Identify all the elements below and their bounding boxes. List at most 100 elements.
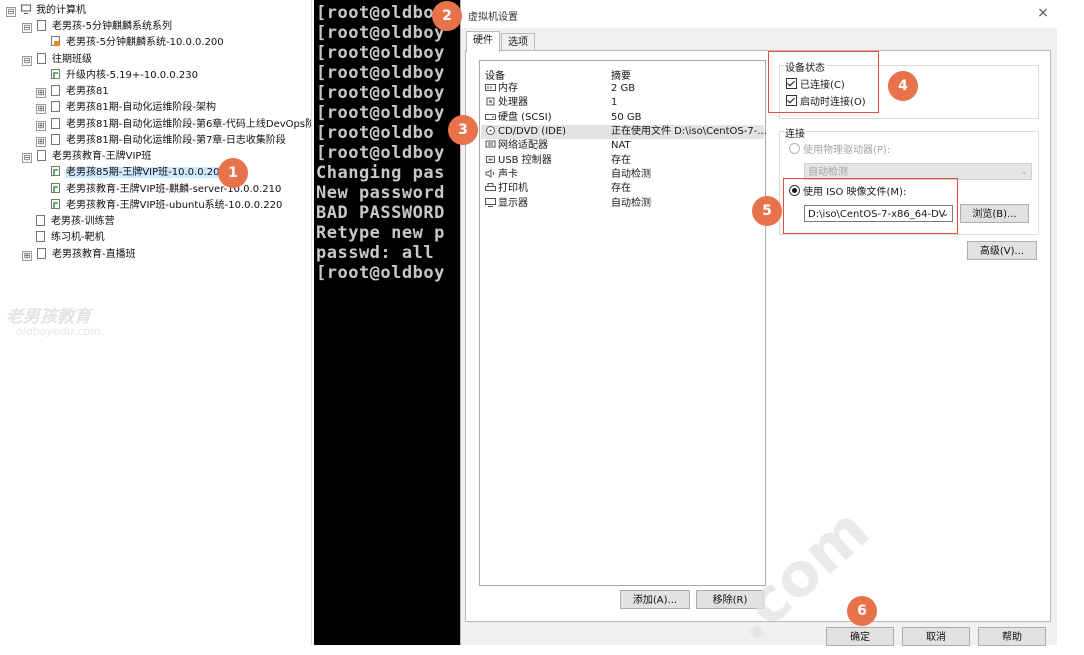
cpu-icon	[486, 97, 495, 106]
browse-button[interactable]: 浏览(B)...	[960, 204, 1029, 223]
device-summary: 存在	[611, 183, 631, 194]
folder-icon	[37, 150, 46, 161]
tree-item-folder[interactable]: ⊞ 老男孩教育-直播班	[22, 247, 136, 263]
expand-icon[interactable]: ⊞	[36, 121, 46, 131]
close-icon[interactable]: ×	[1035, 5, 1051, 21]
tree-item-folder[interactable]: ⊟ 老男孩-5分钟麒麟系统系列	[22, 19, 172, 35]
summary-column-header: 摘要	[611, 71, 631, 82]
expand-icon[interactable]: ⊞	[36, 104, 46, 114]
physical-drive-value: 自动检测	[808, 167, 848, 178]
terminal-line: [root@oldbo	[316, 123, 435, 143]
tree-item-my-computer[interactable]: ⊟ 我的计算机	[6, 3, 86, 19]
tree-item-folder[interactable]: ⊞ 老男孩81期-自动化运维阶段-第7章-日志收集阶段	[36, 133, 286, 149]
tree-label: 老男孩81期-自动化运维阶段-架构	[66, 102, 216, 113]
watermark-url: oldboyedu.com	[16, 325, 101, 338]
device-row-disk[interactable]: 硬盘 (SCSI) 50 GB	[481, 111, 764, 125]
step-marker-5: 5	[752, 196, 782, 226]
expand-icon[interactable]: ⊞	[36, 88, 46, 98]
tree-label: 老男孩教育-王牌VIP班-麒麟-server-10.0.0.210	[66, 184, 282, 195]
highlight-iso-option	[783, 178, 958, 234]
tree-label: 老男孩教育-王牌VIP班-ubuntu系统-10.0.0.220	[66, 200, 283, 211]
device-row-sound[interactable]: 声卡 自动检测	[481, 168, 764, 182]
device-summary: 存在	[611, 155, 631, 166]
tree-item-folder[interactable]: 练习机-靶机	[36, 230, 105, 246]
folder-icon	[36, 215, 45, 226]
tree-label: 老男孩85期-王牌VIP班-10.0.0.200	[66, 167, 226, 178]
help-button[interactable]: 帮助	[978, 627, 1046, 646]
step-marker-6: 6	[847, 596, 877, 626]
vm-icon	[51, 199, 60, 209]
device-row-display[interactable]: 显示器 自动检测	[481, 197, 764, 211]
device-row-memory[interactable]: 内存 2 GB	[481, 82, 764, 96]
cancel-button[interactable]: 取消	[902, 627, 970, 646]
folder-icon	[51, 101, 60, 112]
display-icon	[485, 198, 496, 207]
terminal-line: [root@oldboy	[316, 63, 445, 83]
tree-item-vm-selected[interactable]: 老男孩85期-王牌VIP班-10.0.0.200	[51, 165, 226, 181]
terminal-line: [root@oldboy	[316, 83, 445, 103]
dialog-title: 虚拟机设置	[468, 12, 518, 23]
tree-item-folder[interactable]: ⊟ 往期班级	[22, 52, 92, 68]
tree-label: 老男孩81	[66, 86, 109, 97]
terminal-line: [root@oldboy	[316, 263, 445, 283]
device-row-network[interactable]: 网络适配器 NAT	[481, 139, 764, 153]
tree-item-vm[interactable]: 升级内核-5.19+-10.0.0.230	[51, 68, 198, 84]
device-name: 处理器	[498, 97, 528, 108]
chevron-down-icon: ⌄	[1020, 167, 1028, 177]
tree-label: 升级内核-5.19+-10.0.0.230	[66, 70, 198, 81]
device-name: 内存	[498, 83, 518, 94]
device-name: 硬盘 (SCSI)	[498, 112, 552, 123]
tree-item-vm[interactable]: 老男孩教育-王牌VIP班-ubuntu系统-10.0.0.220	[51, 198, 282, 214]
collapse-icon[interactable]: ⊟	[6, 7, 16, 17]
device-list[interactable]: 设备 摘要 内存 2 GB 处理器 1 硬盘 (SCSI) 50 GB CD/D…	[479, 60, 767, 586]
collapse-icon[interactable]: ⊟	[22, 56, 32, 66]
advanced-button[interactable]: 高级(V)...	[967, 241, 1037, 260]
tree-item-vm[interactable]: 老男孩教育-王牌VIP班-麒麟-server-10.0.0.210	[51, 182, 281, 198]
tree-label: 我的计算机	[36, 5, 86, 16]
expand-icon[interactable]: ⊞	[36, 137, 46, 147]
device-row-cd-dvd[interactable]: CD/DVD (IDE) 正在使用文件 D:\iso\CentOS-7-...	[481, 125, 767, 139]
tree-label: 老男孩教育-王牌VIP班	[52, 151, 152, 162]
tree-item-folder[interactable]: 老男孩-训练营	[36, 214, 115, 230]
folder-icon	[37, 53, 46, 64]
device-summary: 正在使用文件 D:\iso\CentOS-7-...	[611, 126, 767, 137]
device-column-header: 设备	[485, 71, 505, 82]
vm-settings-dialog: 虚拟机设置 × 硬件 选项 设备 摘要 内存 2 GB 处理器 1 硬盘 (SC…	[460, 0, 1057, 646]
tree-item-folder[interactable]: ⊞ 老男孩81	[36, 84, 109, 100]
computer-icon	[21, 4, 31, 14]
physical-drive-radio[interactable]: 使用物理驱动器(P):	[789, 143, 890, 157]
tab-options[interactable]: 选项	[501, 33, 535, 51]
collapse-icon[interactable]: ⊟	[22, 153, 32, 163]
dialog-titlebar[interactable]: 虚拟机设置 ×	[461, 0, 1057, 28]
device-row-usb[interactable]: USB 控制器 存在	[481, 154, 764, 168]
device-summary: 2 GB	[611, 83, 636, 94]
vm-icon	[51, 166, 60, 176]
memory-icon	[485, 84, 496, 91]
vm-icon	[51, 36, 60, 46]
terminal-line: BAD PASSWORD	[316, 203, 445, 223]
device-name: 声卡	[498, 169, 518, 180]
device-summary: 自动检测	[611, 169, 651, 180]
step-marker-1: 1	[218, 158, 248, 188]
physical-drive-label: 使用物理驱动器(P):	[803, 145, 891, 156]
folder-icon	[51, 85, 60, 96]
tree-item-folder[interactable]: ⊞ 老男孩81期-自动化运维阶段-架构	[36, 100, 216, 116]
radio-icon	[789, 143, 800, 154]
disk-icon	[485, 114, 496, 120]
terminal-console[interactable]: [root@oldboy [root@oldboy [root@oldboy […	[314, 0, 464, 645]
expand-icon[interactable]: ⊞	[22, 251, 32, 261]
tree-label: 往期班级	[52, 54, 92, 65]
printer-icon	[485, 183, 496, 191]
device-row-cpu[interactable]: 处理器 1	[481, 96, 764, 110]
tree-item-folder[interactable]: ⊟ 老男孩教育-王牌VIP班	[22, 149, 151, 165]
usb-icon	[486, 156, 495, 163]
device-name: USB 控制器	[498, 155, 552, 166]
tab-hardware[interactable]: 硬件	[466, 31, 500, 52]
ok-button[interactable]: 确定	[826, 627, 894, 646]
add-device-button[interactable]: 添加(A)...	[620, 590, 690, 609]
tree-item-vm[interactable]: 老男孩-5分钟麒麟系统-10.0.0.200	[51, 35, 224, 51]
collapse-icon[interactable]: ⊟	[22, 23, 32, 33]
tree-item-folder[interactable]: ⊞ 老男孩81期-自动化运维阶段-第6章-代码上线DevOps阶	[36, 117, 311, 133]
device-row-printer[interactable]: 打印机 存在	[481, 182, 764, 196]
tree-label: 老男孩-5分钟麒麟系统-10.0.0.200	[66, 37, 224, 48]
